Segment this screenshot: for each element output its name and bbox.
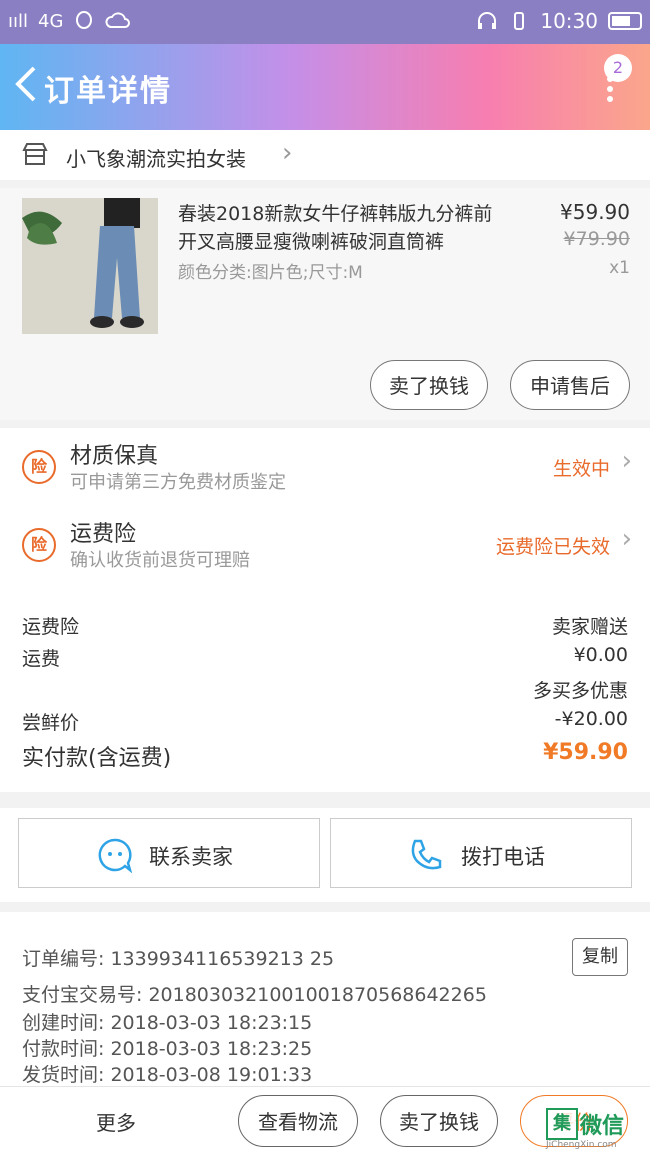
insurance-name: 运费险 xyxy=(70,522,137,547)
insurance-status: 运费险已失效 xyxy=(495,536,610,558)
product-title[interactable]: 春装2018新款女牛仔裤韩版九分裤前开叉高腰显瘦微喇裤破洞直筒裤 xyxy=(178,200,508,256)
app-header: 订单详情 2 xyxy=(0,44,650,130)
insurance-status: 生效中 xyxy=(552,458,610,480)
product-price: ¥59.90 xyxy=(560,200,630,224)
call-phone-button[interactable]: 拨打电话 xyxy=(330,818,632,888)
view-logistics-button[interactable]: 查看物流 xyxy=(238,1095,358,1147)
insurance-icon: 险 xyxy=(22,450,56,484)
cloud-icon xyxy=(105,12,131,28)
more-button[interactable]: 更多 xyxy=(96,1107,136,1136)
watermark-url: JiChengXin.com xyxy=(546,1140,617,1150)
clock: 10:30 xyxy=(540,9,598,33)
order-number: 订单编号: 1339934116539213 25 xyxy=(22,948,335,970)
product-sku: 颜色分类:图片色;尺寸:M xyxy=(178,263,363,283)
order-info: 订单编号: 1339934116539213 25 复制 支付宝交易号: 201… xyxy=(0,912,650,1086)
total-row: 实付款(含运费) ¥59.90 xyxy=(22,740,628,771)
jeans-image-icon xyxy=(22,198,158,334)
fee-value: 多买多优惠 xyxy=(532,680,628,702)
battery-icon xyxy=(608,12,642,30)
contact-seller-button[interactable]: 联系卖家 xyxy=(18,818,320,888)
fee-value: 卖家赠送 xyxy=(551,616,628,638)
product-image[interactable] xyxy=(22,198,158,334)
fee-summary: 运费险 卖家赠送 运费 ¥0.00 多买多优惠 尝鲜价 -¥20.00 实付款(… xyxy=(0,588,650,792)
status-bar: ııll 4G 10:30 xyxy=(0,0,650,44)
chevron-right-icon: › xyxy=(621,446,632,476)
shop-bar[interactable]: 小飞象潮流实拍女装 › xyxy=(0,130,650,180)
fee-label: 运费 xyxy=(22,648,61,670)
after-sales-button[interactable]: 申请售后 xyxy=(510,360,630,410)
alipay-number: 支付宝交易号: 2018030321001001870568642265 xyxy=(22,984,487,1006)
chevron-left-icon xyxy=(15,66,36,102)
shipped-time: 发货时间: 2018-03-08 19:01:33 xyxy=(22,1064,313,1086)
watermark-text: 微信 xyxy=(580,1114,625,1139)
chat-icon xyxy=(98,838,133,873)
watermark: 集 微信 JiChengXin.com xyxy=(532,1106,644,1150)
fee-row: 多买多优惠 xyxy=(22,676,628,706)
copy-button[interactable]: 复制 xyxy=(572,938,628,976)
insurance-icon: 险 xyxy=(22,528,56,562)
fee-value: ¥0.00 xyxy=(573,644,628,666)
sell-again-bottom-button[interactable]: 卖了换钱 xyxy=(380,1095,498,1147)
total-value: ¥59.90 xyxy=(543,740,628,765)
fee-value: -¥20.00 xyxy=(554,708,628,730)
watermark-mark: 集 xyxy=(546,1108,578,1140)
call-phone-label: 拨打电话 xyxy=(461,845,545,869)
headset-icon xyxy=(478,12,497,29)
fee-row: 运费险 卖家赠送 xyxy=(22,612,628,642)
paid-time: 付款时间: 2018-03-03 18:23:25 xyxy=(22,1038,313,1060)
insurance-name: 材质保真 xyxy=(70,444,159,469)
back-button[interactable] xyxy=(12,64,42,104)
insurance-section: 险 材质保真 可申请第三方免费材质鉴定 生效中 › 险 运费险 确认收货前退货可… xyxy=(0,428,650,588)
insurance-desc: 确认收货前退货可理赔 xyxy=(70,550,250,571)
contact-seller-label: 联系卖家 xyxy=(149,845,233,869)
vibrate-icon xyxy=(514,12,525,30)
notification-badge: 2 xyxy=(604,54,632,82)
fee-row: 尝鲜价 -¥20.00 xyxy=(22,708,628,738)
total-label: 实付款(含运费) xyxy=(22,746,172,771)
insurance-item-material[interactable]: 险 材质保真 可申请第三方免费材质鉴定 生效中 › xyxy=(0,428,650,506)
network-type: 4G xyxy=(38,10,64,32)
chevron-right-icon: › xyxy=(621,524,632,554)
fee-label: 运费险 xyxy=(22,616,80,638)
insurance-item-shipping[interactable]: 险 运费险 确认收货前退货可理赔 运费险已失效 › xyxy=(0,506,650,584)
qq-icon xyxy=(76,11,93,29)
fee-label: 尝鲜价 xyxy=(22,712,80,734)
product-original-price: ¥79.90 xyxy=(563,228,630,250)
product-card[interactable]: 春装2018新款女牛仔裤韩版九分裤前开叉高腰显瘦微喇裤破洞直筒裤 颜色分类:图片… xyxy=(0,188,650,420)
page-title: 订单详情 xyxy=(44,74,172,109)
sell-again-button[interactable]: 卖了换钱 xyxy=(370,360,488,410)
contact-section: 联系卖家 拨打电话 xyxy=(0,808,650,902)
shop-name: 小飞象潮流实拍女装 xyxy=(66,147,246,171)
signal-icon: ııll xyxy=(8,10,29,32)
store-icon xyxy=(22,143,48,165)
chevron-right-icon: › xyxy=(282,138,293,168)
fee-row: 运费 ¥0.00 xyxy=(22,644,628,674)
insurance-desc: 可申请第三方免费材质鉴定 xyxy=(70,472,286,493)
product-quantity: x1 xyxy=(609,258,630,278)
phone-icon xyxy=(411,839,442,870)
created-time: 创建时间: 2018-03-03 18:23:15 xyxy=(22,1012,313,1034)
